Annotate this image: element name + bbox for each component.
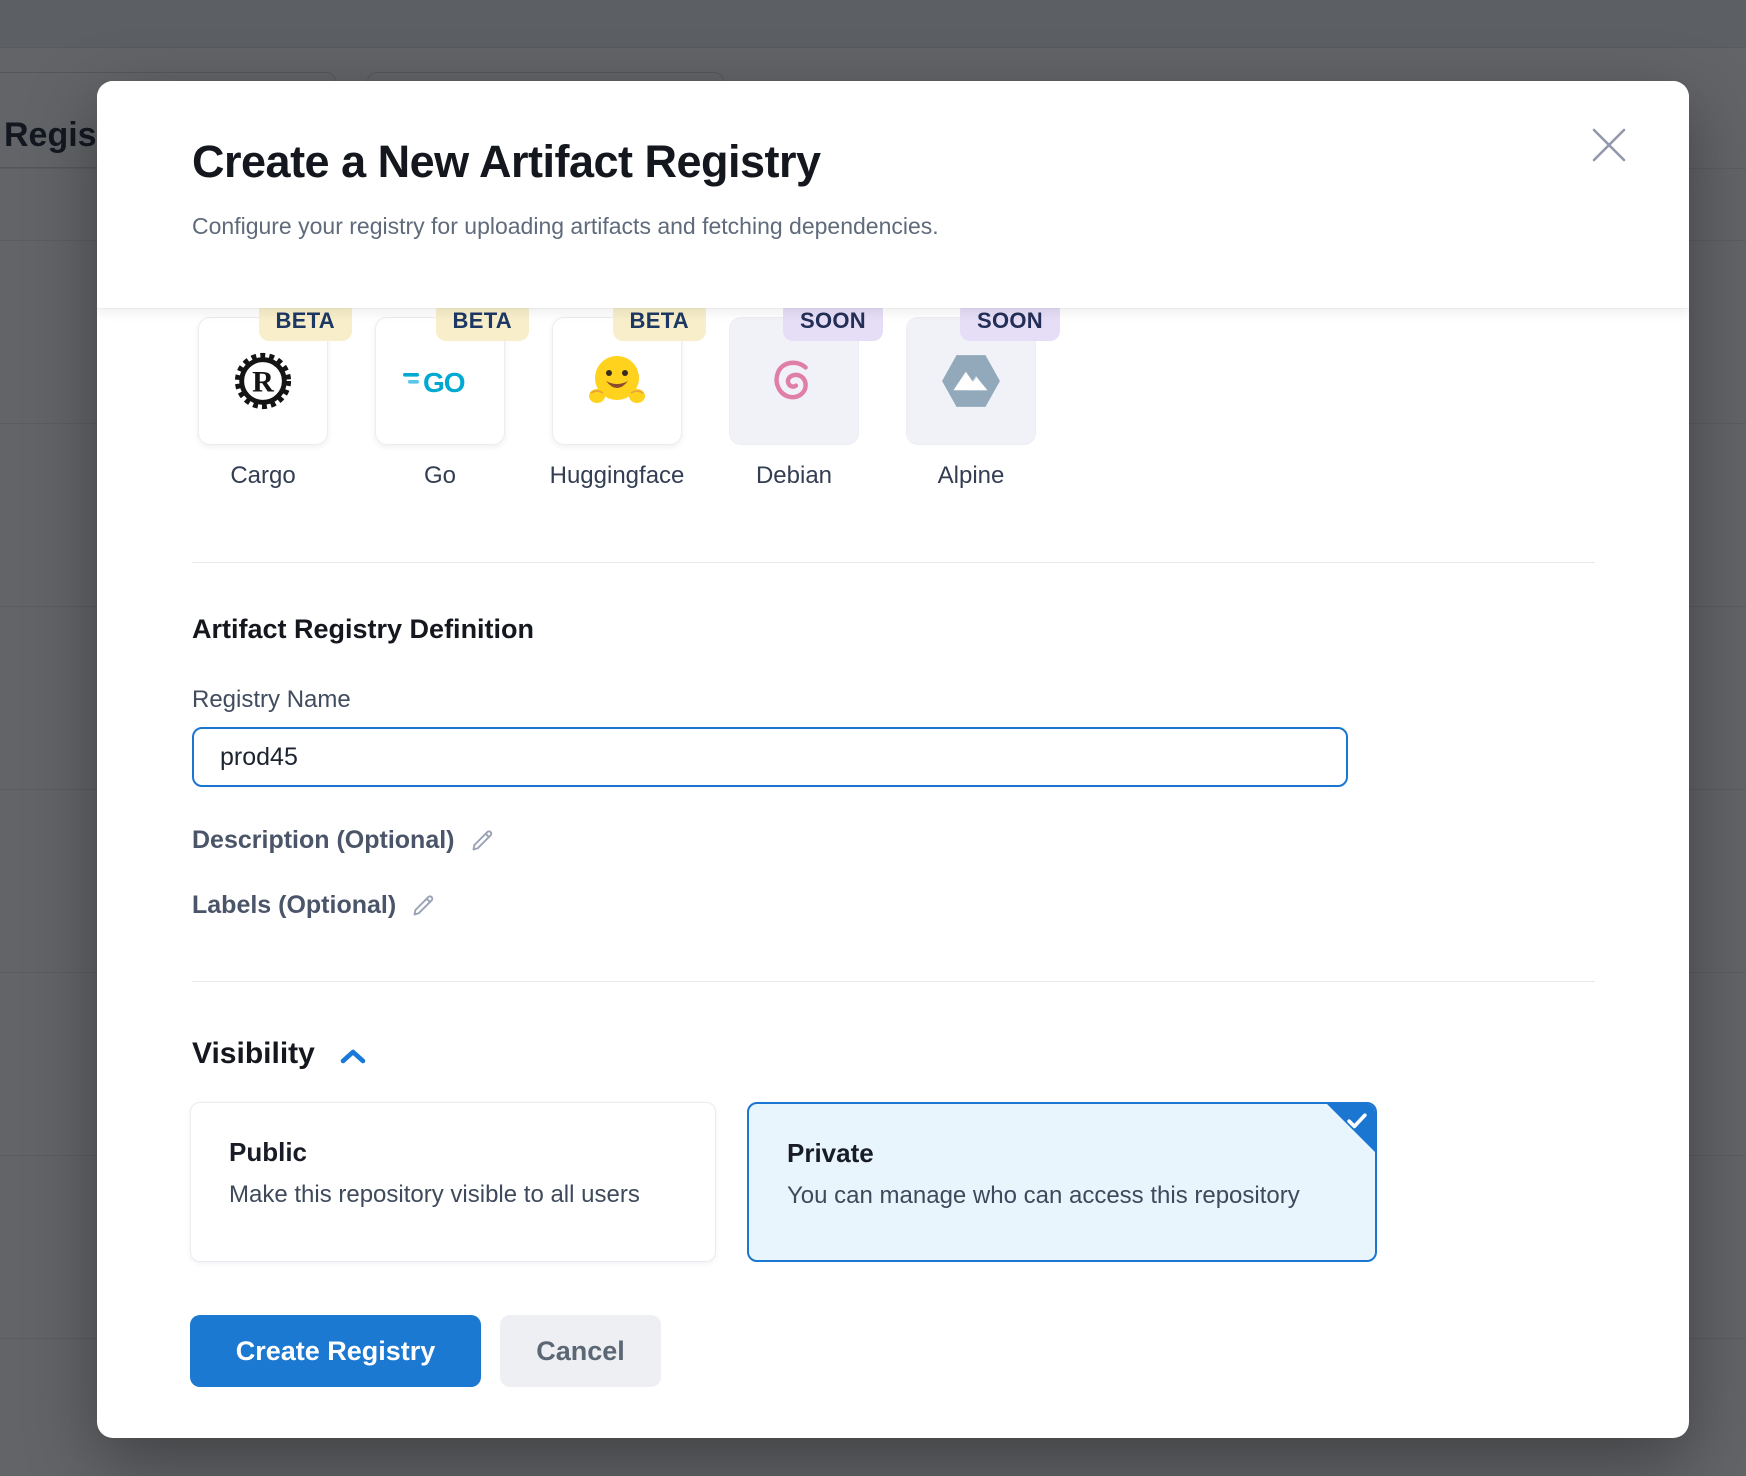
labels-optional-label: Labels (Optional) [192, 891, 396, 920]
close-button[interactable] [1583, 119, 1635, 171]
svg-text:GO: GO [423, 367, 465, 398]
description-optional-label: Description (Optional) [192, 826, 455, 855]
modal-title: Create a New Artifact Registry [192, 136, 821, 188]
cargo-rust-logo-icon: R [232, 350, 294, 412]
cancel-button[interactable]: Cancel [500, 1315, 661, 1387]
visibility-option-title: Public [229, 1137, 715, 1168]
registry-type-alpine: SOON Alpine [906, 317, 1036, 445]
huggingface-logo-icon [587, 351, 647, 411]
section-divider [192, 981, 1595, 982]
modal-body: BETA R Cargo BETA GO Go BE [97, 308, 1689, 1438]
registry-type-label: Debian [756, 462, 832, 490]
description-optional-row: Description (Optional) [192, 826, 496, 855]
modal-subtitle: Configure your registry for uploading ar… [192, 213, 939, 240]
registry-type-label: Alpine [938, 462, 1005, 490]
create-registry-modal: BETA R Cargo BETA GO Go BE [97, 81, 1689, 1438]
check-icon [1346, 1112, 1368, 1129]
debian-logo-icon [765, 352, 823, 410]
registry-type-label: Huggingface [550, 462, 685, 490]
registry-name-label: Registry Name [192, 686, 351, 714]
visibility-option-private[interactable]: Private You can manage who can access th… [747, 1102, 1377, 1262]
edit-pencil-icon[interactable] [410, 892, 437, 919]
edit-pencil-icon[interactable] [469, 827, 496, 854]
visibility-option-title: Private [787, 1138, 1375, 1169]
go-logo-icon: GO [402, 363, 478, 399]
registry-type-label: Cargo [230, 462, 295, 490]
visibility-option-description: Make this repository visible to all user… [229, 1181, 715, 1209]
section-divider [192, 562, 1595, 563]
modal-header: Create a New Artifact Registry Configure… [97, 81, 1689, 308]
registry-type-go: BETA GO Go [375, 317, 505, 445]
labels-optional-row: Labels (Optional) [192, 891, 437, 920]
definition-section-title: Artifact Registry Definition [192, 614, 534, 645]
visibility-section-header: Visibility [192, 1037, 367, 1071]
svg-text:R: R [252, 366, 274, 399]
registry-type-cargo: BETA R Cargo [198, 317, 328, 445]
registry-type-debian: SOON Debian [729, 317, 859, 445]
create-registry-button[interactable]: Create Registry [190, 1315, 481, 1387]
registry-type-huggingface: BETA Huggingface [552, 317, 682, 445]
close-icon [1586, 122, 1632, 168]
chevron-up-icon[interactable] [339, 1048, 367, 1065]
registry-type-label: Go [424, 462, 456, 490]
alpine-logo-icon [940, 353, 1002, 409]
registry-name-input[interactable] [192, 727, 1348, 787]
visibility-option-description: You can manage who can access this repos… [787, 1182, 1375, 1210]
visibility-section-title: Visibility [192, 1037, 315, 1071]
visibility-option-public[interactable]: Public Make this repository visible to a… [190, 1102, 716, 1262]
